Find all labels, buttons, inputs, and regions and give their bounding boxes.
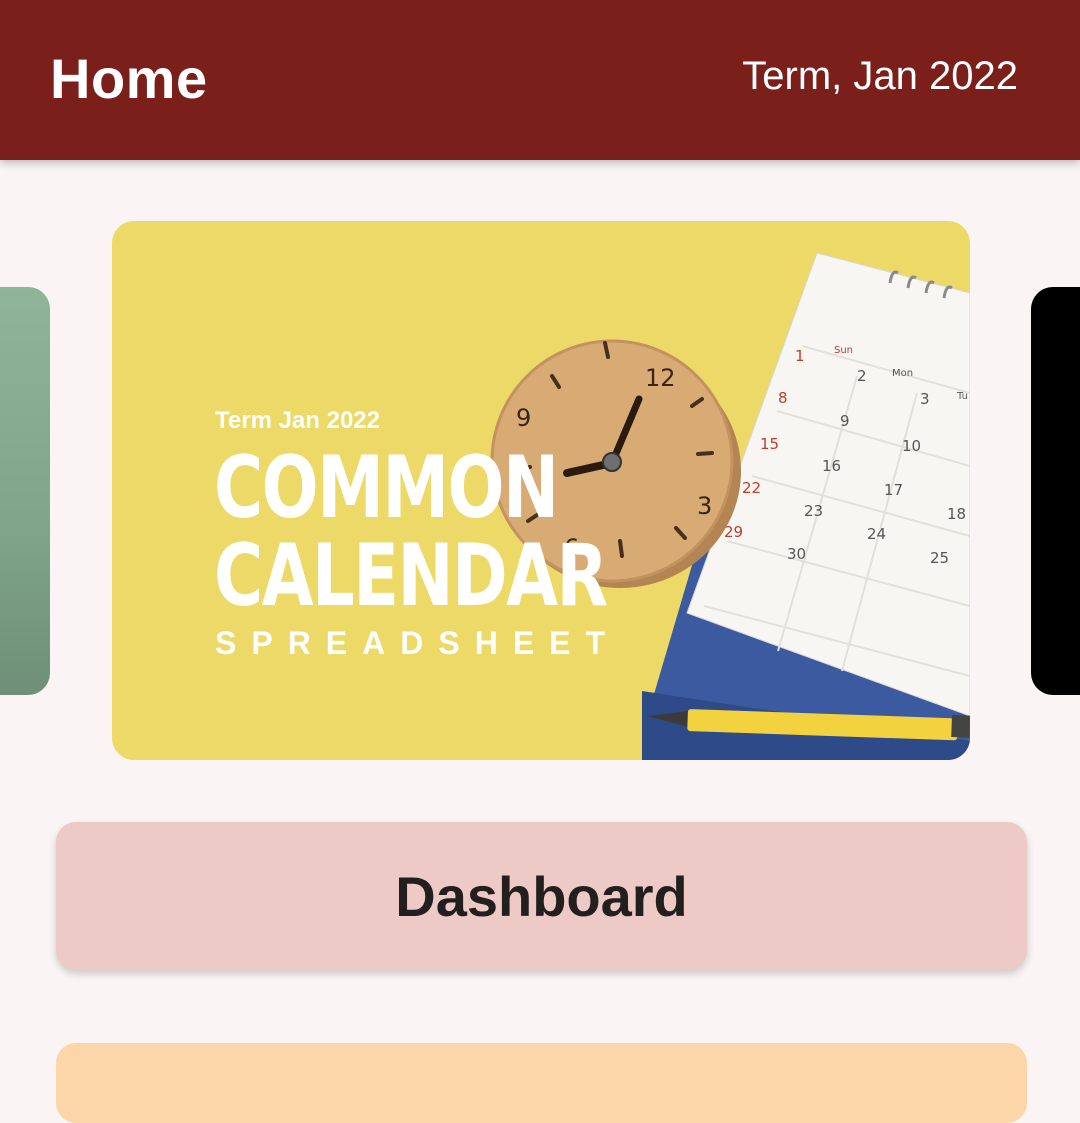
svg-text:24: 24: [867, 525, 886, 543]
svg-text:16: 16: [822, 457, 841, 475]
dashboard-button-label: Dashboard: [395, 864, 688, 928]
svg-text:17: 17: [884, 481, 903, 499]
svg-text:10: 10: [902, 437, 921, 455]
svg-text:2: 2: [857, 367, 867, 385]
svg-text:12: 12: [645, 364, 676, 392]
svg-text:23: 23: [804, 502, 823, 520]
svg-text:Sun: Sun: [834, 345, 853, 356]
svg-text:9: 9: [840, 412, 850, 430]
svg-text:9: 9: [516, 404, 531, 432]
svg-text:15: 15: [760, 435, 779, 453]
svg-text:25: 25: [930, 549, 949, 567]
term-label: Term, Jan 2022: [742, 54, 1018, 98]
page-title: Home: [50, 47, 208, 110]
svg-text:8: 8: [778, 389, 788, 407]
svg-text:22: 22: [742, 479, 761, 497]
banner-title-line-3: SPREADSHEET: [215, 625, 621, 661]
banner-subtitle: Term Jan 2022: [215, 407, 380, 434]
svg-text:3: 3: [920, 390, 930, 408]
svg-text:18: 18: [947, 505, 966, 523]
svg-text:Mon: Mon: [892, 368, 913, 379]
carousel-next-card[interactable]: [1031, 287, 1080, 695]
svg-text:30: 30: [787, 545, 806, 563]
carousel-prev-card[interactable]: [0, 287, 50, 695]
dashboard-button[interactable]: Dashboard: [56, 822, 1027, 970]
app-bar: Home Term, Jan 2022: [0, 0, 1080, 160]
svg-text:Tu: Tu: [956, 391, 968, 402]
carousel-banner-card[interactable]: Sun Mon Tu 1 2 3 8 9 10 15 16 17 18 22 2…: [112, 221, 970, 760]
banner-title-line-2: CALENDAR: [214, 526, 608, 626]
svg-text:1: 1: [795, 347, 805, 365]
next-menu-card[interactable]: [56, 1043, 1027, 1123]
svg-text:3: 3: [697, 492, 712, 520]
banner-title-line-1: COMMON: [214, 438, 559, 538]
